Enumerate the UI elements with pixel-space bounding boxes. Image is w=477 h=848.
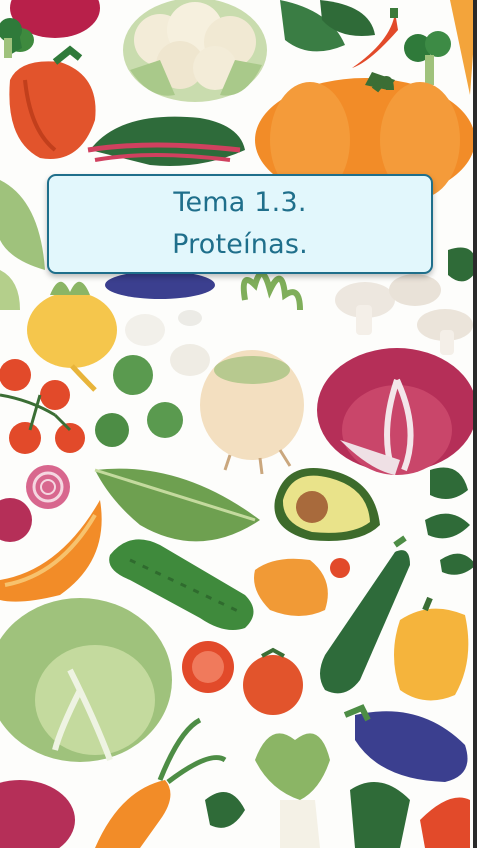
screen-edge <box>473 0 477 848</box>
leafy-greens-icon <box>205 782 470 848</box>
radicchio-icon <box>0 780 75 848</box>
broccoli-icon <box>0 18 22 58</box>
cherry-tomato-icon <box>0 359 85 454</box>
radicchio-icon <box>317 348 477 475</box>
red-bell-pepper-icon <box>9 45 96 159</box>
leafy-greens-icon <box>0 180 45 310</box>
avocado-icon <box>274 468 380 541</box>
cabbage-icon <box>0 598 172 762</box>
cauliflower-icon <box>123 0 267 102</box>
vegetable-pattern-background <box>0 0 477 848</box>
chard-icon <box>87 116 245 166</box>
broccoli-icon <box>404 31 451 85</box>
tomato-icon <box>182 641 303 715</box>
physalis-icon <box>254 558 350 616</box>
celery-root-icon <box>200 270 304 475</box>
leafy-greens-icon <box>425 467 476 575</box>
brussels-sprout-icon <box>95 355 183 447</box>
turnip-icon <box>27 281 117 392</box>
onion-icon <box>0 465 70 542</box>
topic-title: Proteínas. <box>172 229 308 260</box>
yellow-pepper-icon <box>394 596 469 701</box>
kale-leaf-icon <box>94 468 260 542</box>
bok-choy-icon <box>255 733 330 848</box>
leafy-greens-icon <box>280 0 375 52</box>
eggplant-icon <box>105 271 215 299</box>
title-card: Tema 1.3. Proteínas. <box>47 174 433 274</box>
mushroom-icon <box>335 274 473 355</box>
topic-number: Tema 1.3. <box>173 187 307 218</box>
slide-screen: Tema 1.3. Proteínas. <box>0 0 477 848</box>
eggplant-icon <box>343 704 468 782</box>
